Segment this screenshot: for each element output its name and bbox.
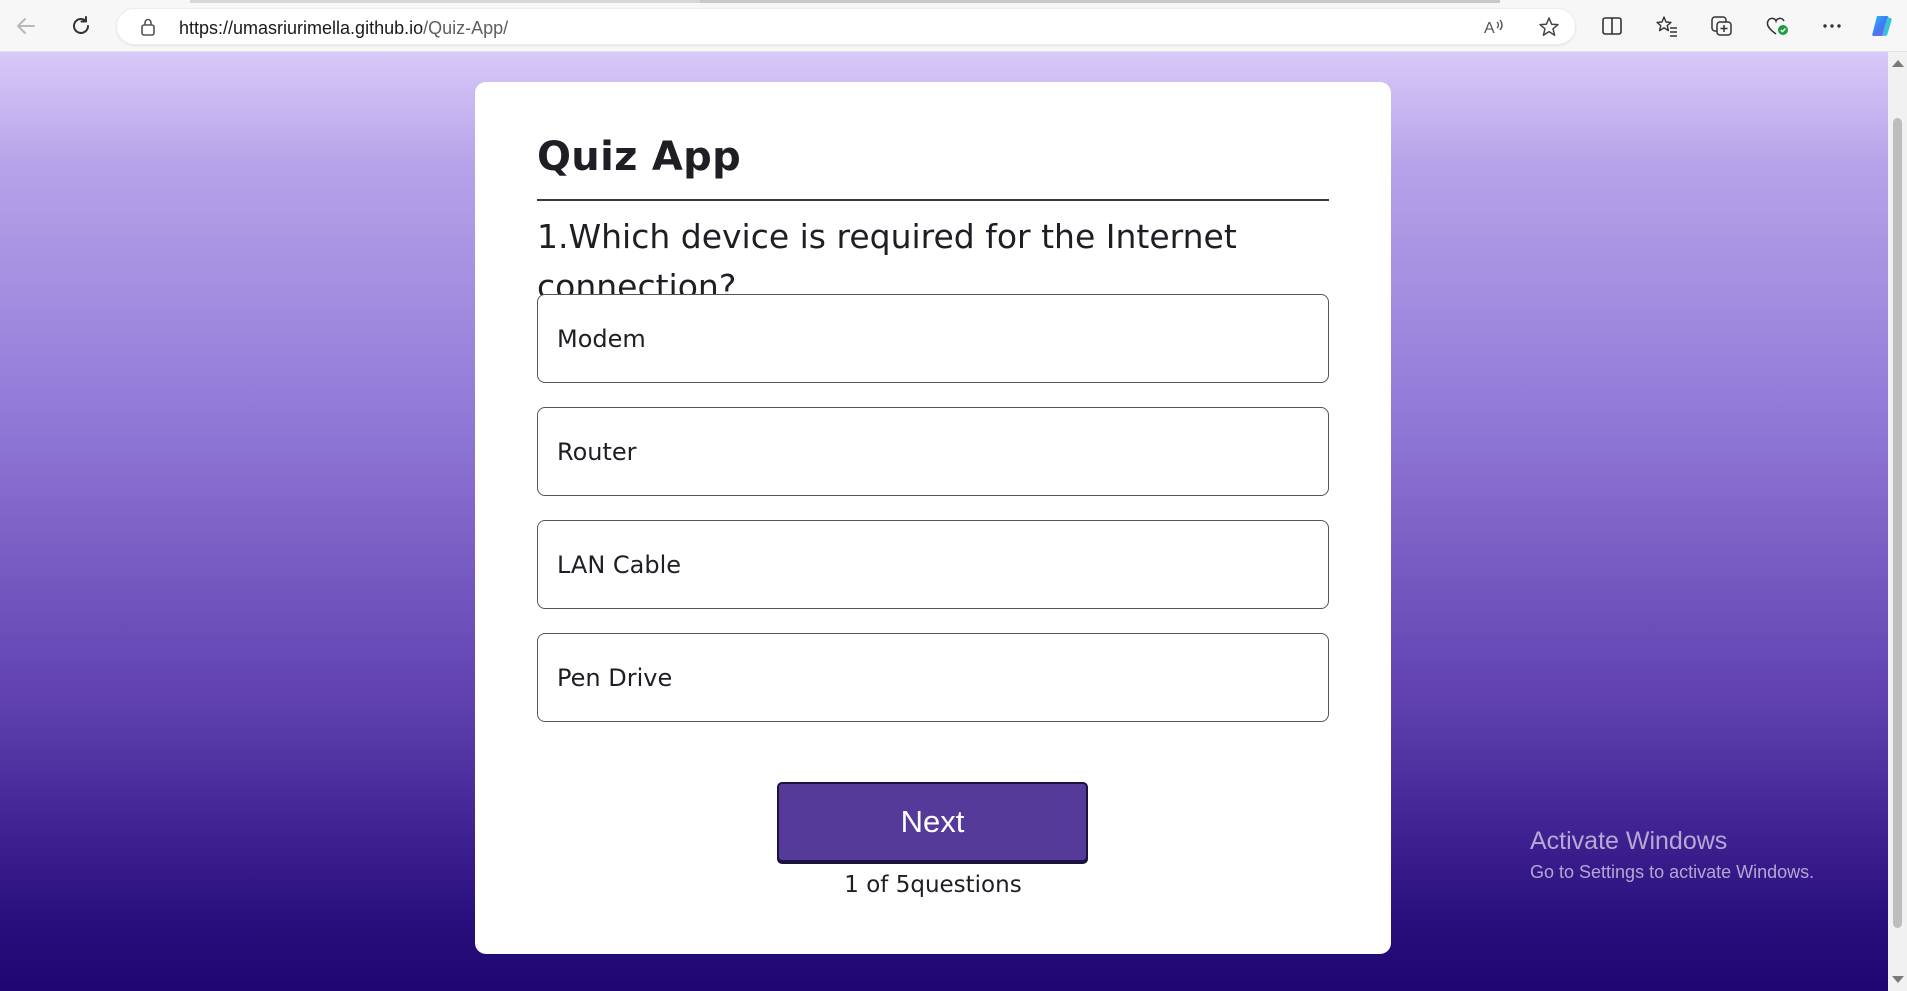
answer-button[interactable]: Router (537, 407, 1329, 496)
more-icon (1823, 24, 1841, 28)
lock-icon (141, 18, 155, 36)
favorites-button[interactable] (1652, 11, 1682, 41)
browser-essentials-button[interactable] (1762, 11, 1792, 41)
favorites-list-icon (1656, 16, 1677, 37)
copilot-button[interactable] (1867, 11, 1897, 41)
quiz-card: Quiz App 1.Which device is required for … (475, 82, 1391, 954)
page-scrollbar[interactable] (1888, 52, 1907, 991)
refresh-button[interactable] (66, 11, 96, 41)
address-bar[interactable]: https://umasriurimella.github.io/Quiz-Ap… (116, 8, 1576, 45)
svg-text:A: A (1484, 20, 1495, 37)
answer-label: LAN Cable (557, 550, 682, 579)
next-button[interactable]: Next (777, 782, 1088, 862)
star-icon (1539, 17, 1559, 36)
title-divider (537, 199, 1329, 201)
read-aloud-icon: A (1484, 19, 1503, 37)
answer-button[interactable]: LAN Cable (537, 520, 1329, 609)
back-button[interactable] (11, 11, 41, 41)
browser-toolbar: https://umasriurimella.github.io/Quiz-Ap… (0, 0, 1907, 52)
collections-button[interactable] (1707, 11, 1737, 41)
activation-watermark-title: Activate Windows (1530, 827, 1728, 855)
split-screen-icon (1602, 17, 1622, 35)
page-title: Quiz App (537, 134, 742, 180)
tab-strip-edge (190, 0, 710, 3)
url-host: https://umasriurimella.github.io (179, 18, 424, 38)
question-progress: 1 of 5questions (844, 872, 1022, 898)
answer-button[interactable]: Modem (537, 294, 1329, 383)
copilot-icon (1872, 16, 1892, 36)
answer-label: Pen Drive (557, 663, 673, 692)
more-button[interactable] (1817, 11, 1847, 41)
refresh-icon (73, 16, 89, 34)
activation-watermark-subtitle: Go to Settings to activate Windows. (1530, 862, 1815, 882)
answer-button[interactable]: Pen Drive (537, 633, 1329, 722)
collections-icon (1711, 16, 1732, 36)
url-path: /Quiz-App/ (423, 18, 509, 38)
back-arrow-icon (17, 18, 35, 34)
scroll-up-arrow-icon[interactable] (1892, 60, 1904, 67)
read-aloud-button[interactable]: A (1480, 12, 1510, 42)
tab-strip-edge (700, 0, 1500, 3)
url-text[interactable]: https://umasriurimella.github.io/Quiz-Ap… (179, 18, 508, 39)
answer-label: Router (557, 437, 637, 466)
scroll-thumb[interactable] (1893, 118, 1902, 928)
favorite-button[interactable] (1534, 12, 1564, 42)
answer-label: Modem (557, 324, 646, 353)
scroll-down-arrow-icon[interactable] (1892, 976, 1904, 983)
split-screen-button[interactable] (1597, 11, 1627, 41)
site-info-button[interactable] (133, 12, 163, 42)
browser-essentials-icon (1766, 17, 1788, 35)
